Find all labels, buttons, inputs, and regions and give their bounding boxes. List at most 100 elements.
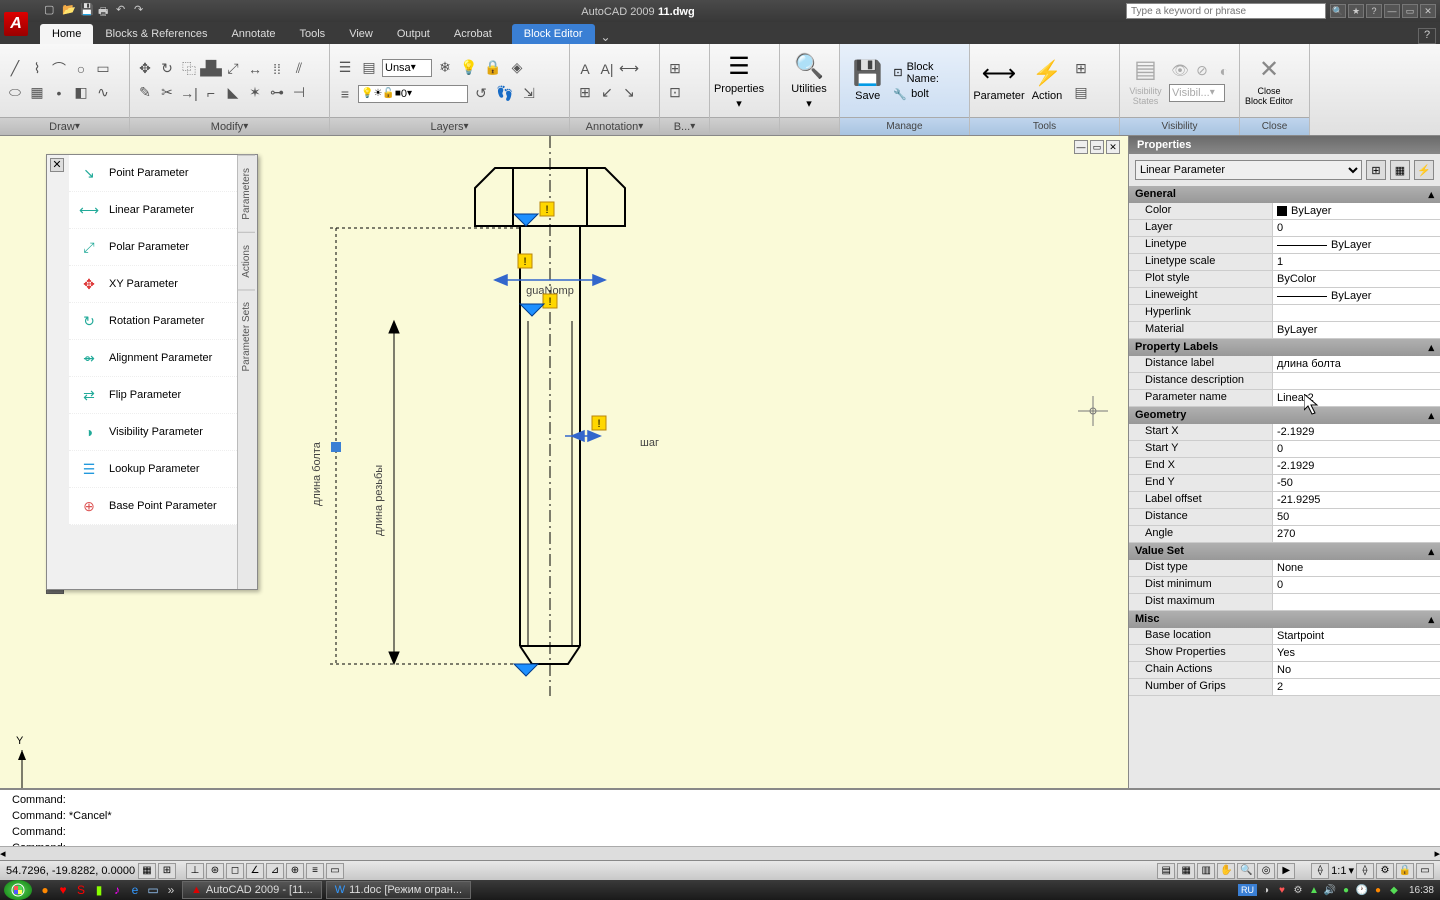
panel-block-title[interactable]: B... ▾: [660, 117, 709, 135]
props-row[interactable]: End Y-50: [1129, 475, 1440, 492]
props-value[interactable]: 2: [1273, 679, 1440, 695]
insert-block-icon[interactable]: ⊞: [664, 58, 686, 80]
quick-view-layouts[interactable]: ▦: [1177, 863, 1195, 879]
palette-item-rotation-parameter[interactable]: ↻Rotation Parameter: [69, 303, 257, 340]
ortho-toggle[interactable]: ⊥: [186, 863, 204, 879]
stretch-icon[interactable]: ↔: [244, 58, 266, 80]
props-row[interactable]: Dist maximum: [1129, 594, 1440, 611]
fillet-icon[interactable]: ⌐: [200, 82, 222, 104]
grip-arrow[interactable]: [520, 304, 544, 316]
palette-tab-parameters[interactable]: Parameters: [238, 155, 255, 232]
polar-toggle[interactable]: ⊛: [206, 863, 224, 879]
osnap-toggle[interactable]: ◻: [226, 863, 244, 879]
palette-item-linear-parameter[interactable]: ⟷Linear Parameter: [69, 192, 257, 229]
table-icon[interactable]: ⊞: [574, 82, 596, 104]
tray-icon[interactable]: ♥: [1275, 883, 1289, 897]
grip-midpoint[interactable]: [331, 442, 341, 452]
props-row[interactable]: LineweightByLayer: [1129, 288, 1440, 305]
props-section-value_set[interactable]: Value Set▴: [1129, 543, 1440, 560]
properties-object-selector[interactable]: Linear Parameter: [1135, 160, 1362, 180]
visibility-state-combo[interactable]: Visibil...▾: [1169, 84, 1225, 102]
props-value[interactable]: ByLayer: [1273, 288, 1440, 304]
extend-icon[interactable]: →|: [178, 82, 200, 104]
props-row[interactable]: Dist typeNone: [1129, 560, 1440, 577]
palette-item-visibility-parameter[interactable]: ◑Visibility Parameter: [69, 414, 257, 451]
props-value[interactable]: [1273, 594, 1440, 610]
pan-icon[interactable]: ✋: [1217, 863, 1235, 879]
props-value[interactable]: -21.9295: [1273, 492, 1440, 508]
props-value[interactable]: ByLayer: [1273, 237, 1440, 253]
vis-mode-icon[interactable]: ◐: [1213, 60, 1235, 82]
properties-button[interactable]: ☰Properties▾: [714, 49, 764, 113]
tray-icon[interactable]: ⚙: [1291, 883, 1305, 897]
palette-item-lookup-parameter[interactable]: ☰Lookup Parameter: [69, 451, 257, 488]
print-icon[interactable]: 🖶: [98, 3, 114, 19]
leader-icon[interactable]: ↙: [596, 82, 618, 104]
layer-iso-icon[interactable]: ◈: [506, 57, 528, 79]
palette-tab-actions[interactable]: Actions: [238, 232, 255, 290]
utilities-button[interactable]: 🔍Utilities▾: [784, 49, 834, 113]
polyline-icon[interactable]: ⌇: [26, 58, 48, 80]
join-icon[interactable]: ⊶: [266, 82, 288, 104]
tray-icon[interactable]: ▲: [1307, 883, 1321, 897]
props-row[interactable]: MaterialByLayer: [1129, 322, 1440, 339]
hatch-icon[interactable]: ▦: [26, 82, 48, 104]
props-value[interactable]: None: [1273, 560, 1440, 576]
coordinates-display[interactable]: 54.7296, -19.8282, 0.0000: [6, 865, 136, 877]
tray-icon[interactable]: ◆: [1387, 883, 1401, 897]
rect-icon[interactable]: ▭: [92, 58, 114, 80]
select-objects-icon[interactable]: ▦: [1390, 160, 1410, 180]
tab-output[interactable]: Output: [385, 24, 442, 44]
spline-icon[interactable]: ∿: [92, 82, 114, 104]
tray-icon[interactable]: 🔊: [1323, 883, 1337, 897]
scale-icon[interactable]: ⤢: [222, 58, 244, 80]
props-value[interactable]: No: [1273, 662, 1440, 678]
palette-item-base-point-parameter[interactable]: ⊕Base Point Parameter: [69, 488, 257, 525]
annotation-visibility-icon[interactable]: ⟠: [1356, 863, 1374, 879]
props-value[interactable]: ByLayer: [1273, 322, 1440, 338]
ql-icon[interactable]: ♪: [109, 882, 125, 898]
scale-display[interactable]: 1:1: [1331, 865, 1346, 877]
showmotion-icon[interactable]: ▶: [1277, 863, 1295, 879]
maximize-button[interactable]: ▭: [1402, 4, 1418, 18]
action-button[interactable]: ⚡Action: [1026, 49, 1068, 113]
toggle-pickadd-icon[interactable]: ⊞: [1366, 160, 1386, 180]
props-value[interactable]: -50: [1273, 475, 1440, 491]
props-row[interactable]: LinetypeByLayer: [1129, 237, 1440, 254]
props-row[interactable]: Base locationStartpoint: [1129, 628, 1440, 645]
props-row[interactable]: Linetype scale1: [1129, 254, 1440, 271]
quick-select-icon[interactable]: ⚡: [1414, 160, 1434, 180]
layer-match-icon[interactable]: ≡: [334, 83, 356, 105]
properties-panel-header[interactable]: Properties: [1129, 136, 1440, 154]
ql-icon[interactable]: ●: [37, 882, 53, 898]
mirror-icon[interactable]: ▟▙: [200, 58, 222, 80]
layer-off-icon[interactable]: 💡: [458, 57, 480, 79]
tray-icon[interactable]: 🕐: [1355, 883, 1369, 897]
layer-prev-icon[interactable]: ↺: [470, 83, 492, 105]
app-logo[interactable]: A: [4, 12, 28, 36]
palette-item-point-parameter[interactable]: ↘Point Parameter: [69, 155, 257, 192]
tab-acrobat[interactable]: Acrobat: [442, 24, 504, 44]
help-star-icon[interactable]: ★: [1348, 4, 1364, 18]
props-value[interactable]: 0: [1273, 577, 1440, 593]
props-row[interactable]: Show PropertiesYes: [1129, 645, 1440, 662]
move-icon[interactable]: ✥: [134, 58, 156, 80]
mtext-icon[interactable]: A|: [596, 58, 618, 80]
layer-unsaved-combo[interactable]: Unsa▾: [382, 59, 432, 77]
ellipse-icon[interactable]: ⬭: [4, 82, 26, 104]
props-value[interactable]: Startpoint: [1273, 628, 1440, 644]
tab-home[interactable]: Home: [40, 24, 93, 44]
panel-annotation-title[interactable]: Annotation ▾: [570, 117, 659, 135]
tab-tools[interactable]: Tools: [288, 24, 338, 44]
props-value[interactable]: [1273, 373, 1440, 389]
parameter-button[interactable]: ⟷Parameter: [974, 49, 1024, 113]
grip-arrow[interactable]: [514, 664, 538, 676]
props-value[interactable]: 0: [1273, 220, 1440, 236]
mleader-icon[interactable]: ↘: [618, 82, 640, 104]
help-icon[interactable]: ?: [1366, 4, 1382, 18]
tab-view[interactable]: View: [337, 24, 385, 44]
props-value[interactable]: Yes: [1273, 645, 1440, 661]
panel-layers-title[interactable]: Layers ▾: [330, 117, 569, 135]
open-icon[interactable]: 📂: [62, 3, 78, 19]
save-block-button[interactable]: 💾Save: [844, 49, 891, 113]
